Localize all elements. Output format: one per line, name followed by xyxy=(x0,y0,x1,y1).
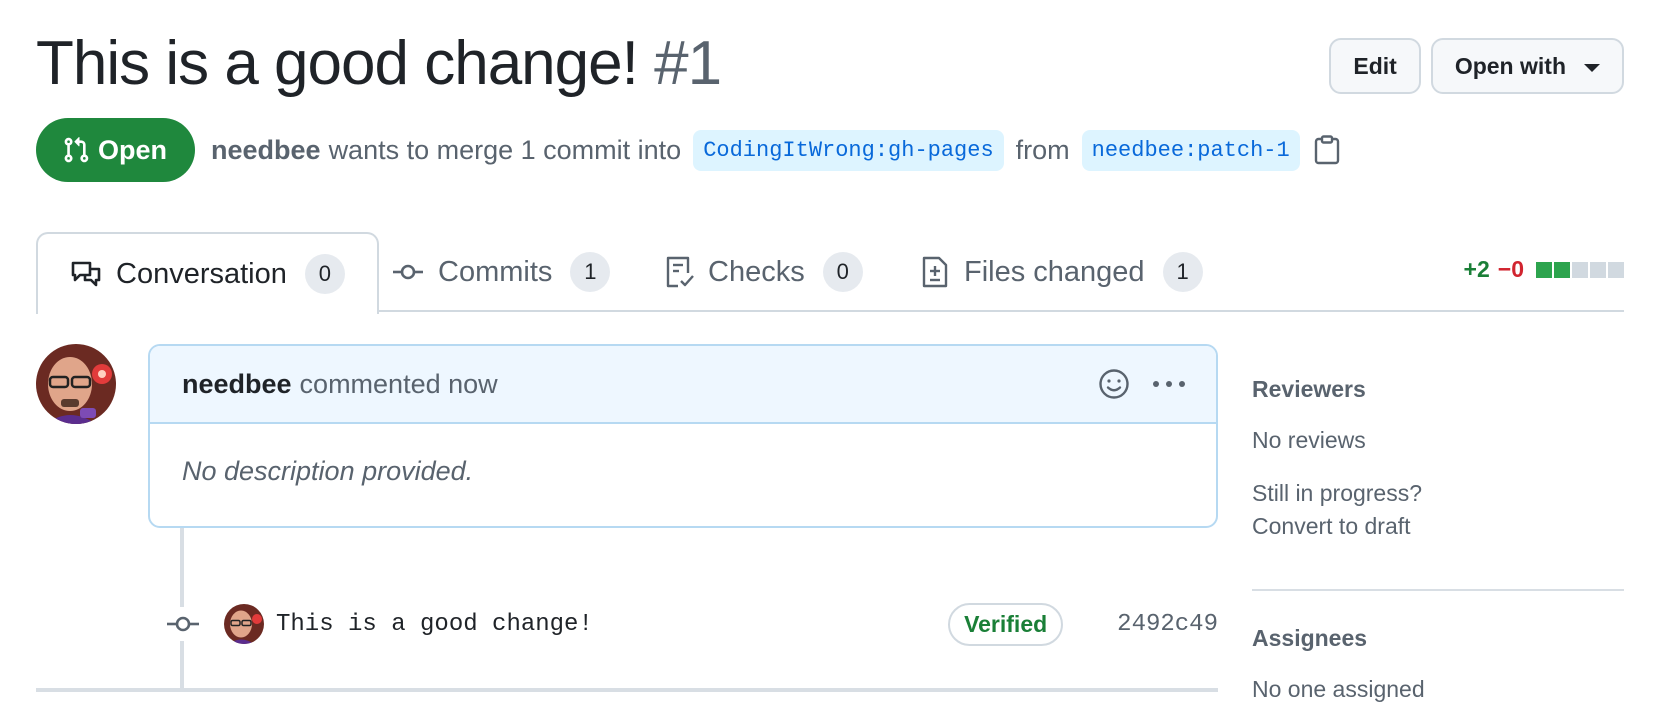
pull-request-page: This is a good change! #1 Edit Open with… xyxy=(0,0,1658,728)
timeline-commit-row: This is a good change! Verified 2492c49 xyxy=(166,600,1218,648)
diffstat-block-neutral xyxy=(1572,261,1588,278)
tab-files-changed[interactable]: Files changed 1 xyxy=(920,232,1203,312)
triangle-down-icon xyxy=(1584,63,1600,72)
assignees-section: Assignees No one assigned xyxy=(1252,625,1624,724)
convert-to-draft-link[interactable]: Convert to draft xyxy=(1252,511,1624,541)
comment-timestamp: commented now xyxy=(299,368,498,399)
tab-label: Checks xyxy=(708,255,805,288)
reviewers-section: Reviewers No reviews Still in progress? … xyxy=(1252,376,1624,561)
reviewers-heading[interactable]: Reviewers xyxy=(1252,376,1624,403)
tab-counter: 1 xyxy=(570,252,611,292)
comment-box: needbee commented now No description pro… xyxy=(148,344,1218,528)
header-actions: Edit Open with xyxy=(1329,38,1624,94)
author-link[interactable]: needbee xyxy=(211,135,321,166)
pr-number: #1 xyxy=(654,29,722,98)
comment-body: No description provided. xyxy=(182,456,474,486)
pr-sidebar: Reviewers No reviews Still in progress? … xyxy=(1252,376,1624,724)
head-branch-link[interactable]: needbee:patch-1 xyxy=(1081,129,1300,171)
merge-text: wants to merge 1 commit into xyxy=(328,134,682,165)
git-commit-icon xyxy=(392,262,424,282)
status-badge: Open xyxy=(36,118,196,182)
diffstat[interactable]: +2 −0 xyxy=(1464,256,1624,283)
checklist-icon xyxy=(664,255,694,289)
assignees-heading[interactable]: Assignees xyxy=(1252,625,1624,652)
tab-checks[interactable]: Checks 0 xyxy=(664,232,863,312)
git-pull-request-icon xyxy=(62,135,90,165)
tab-label: Files changed xyxy=(964,255,1145,288)
comment-author-link[interactable]: needbee xyxy=(182,369,292,400)
comment-discussion-icon xyxy=(70,259,102,289)
open-with-label: Open with xyxy=(1454,52,1566,79)
draft-prompt: Still in progress? xyxy=(1252,480,1423,506)
diffstat-block-added xyxy=(1536,261,1552,278)
git-commit-icon xyxy=(166,607,200,641)
avatar[interactable] xyxy=(36,344,116,424)
tab-label: Commits xyxy=(438,255,553,288)
page-title: This is a good change! #1 xyxy=(36,24,722,104)
diffstat-block-neutral xyxy=(1590,261,1606,278)
tab-commits[interactable]: Commits 1 xyxy=(392,232,611,312)
commit-sha-link[interactable]: 2492c49 xyxy=(1117,611,1218,638)
diffstat-block-neutral xyxy=(1608,261,1624,278)
tab-label: Conversation xyxy=(116,257,287,290)
from-text: from xyxy=(1015,134,1070,165)
verified-badge[interactable]: Verified xyxy=(948,602,1064,646)
tab-counter: 0 xyxy=(822,252,863,292)
timeline-divider xyxy=(36,688,1218,692)
smiley-icon[interactable] xyxy=(1098,368,1130,400)
open-with-button[interactable]: Open with xyxy=(1430,38,1624,94)
sidebar-divider xyxy=(1252,589,1624,591)
comment-header: needbee commented now xyxy=(150,346,1216,424)
kebab-horizontal-icon[interactable] xyxy=(1152,380,1186,388)
pr-title-text: This is a good change! xyxy=(36,29,639,98)
edit-button-label: Edit xyxy=(1353,52,1397,79)
pr-state-row: Open needbee wants to merge 1 commit int… xyxy=(36,118,1340,182)
commit-author-avatar[interactable] xyxy=(224,604,264,644)
tab-counter: 1 xyxy=(1162,252,1203,292)
edit-button[interactable]: Edit xyxy=(1329,38,1421,94)
diffstat-block-added xyxy=(1554,261,1570,278)
copy-icon[interactable] xyxy=(1314,135,1340,165)
pr-tabs: Conversation 0 Commits 1 Checks 0 Files … xyxy=(36,232,1624,314)
assignees-value: No one assigned xyxy=(1252,676,1425,702)
file-diff-icon xyxy=(920,255,950,289)
merge-summary: needbee wants to merge 1 commit into Cod… xyxy=(211,129,1340,171)
additions-count: +2 xyxy=(1463,256,1490,282)
status-label: Open xyxy=(98,134,168,165)
base-branch-link[interactable]: CodingItWrong:gh-pages xyxy=(693,129,1004,171)
commit-message-link[interactable]: This is a good change! xyxy=(276,611,593,638)
tab-counter: 0 xyxy=(304,254,345,294)
deletions-count: −0 xyxy=(1497,256,1524,282)
reviewers-value: No reviews xyxy=(1252,427,1366,453)
diffstat-bar xyxy=(1536,261,1624,278)
tab-conversation[interactable]: Conversation 0 xyxy=(36,232,379,314)
